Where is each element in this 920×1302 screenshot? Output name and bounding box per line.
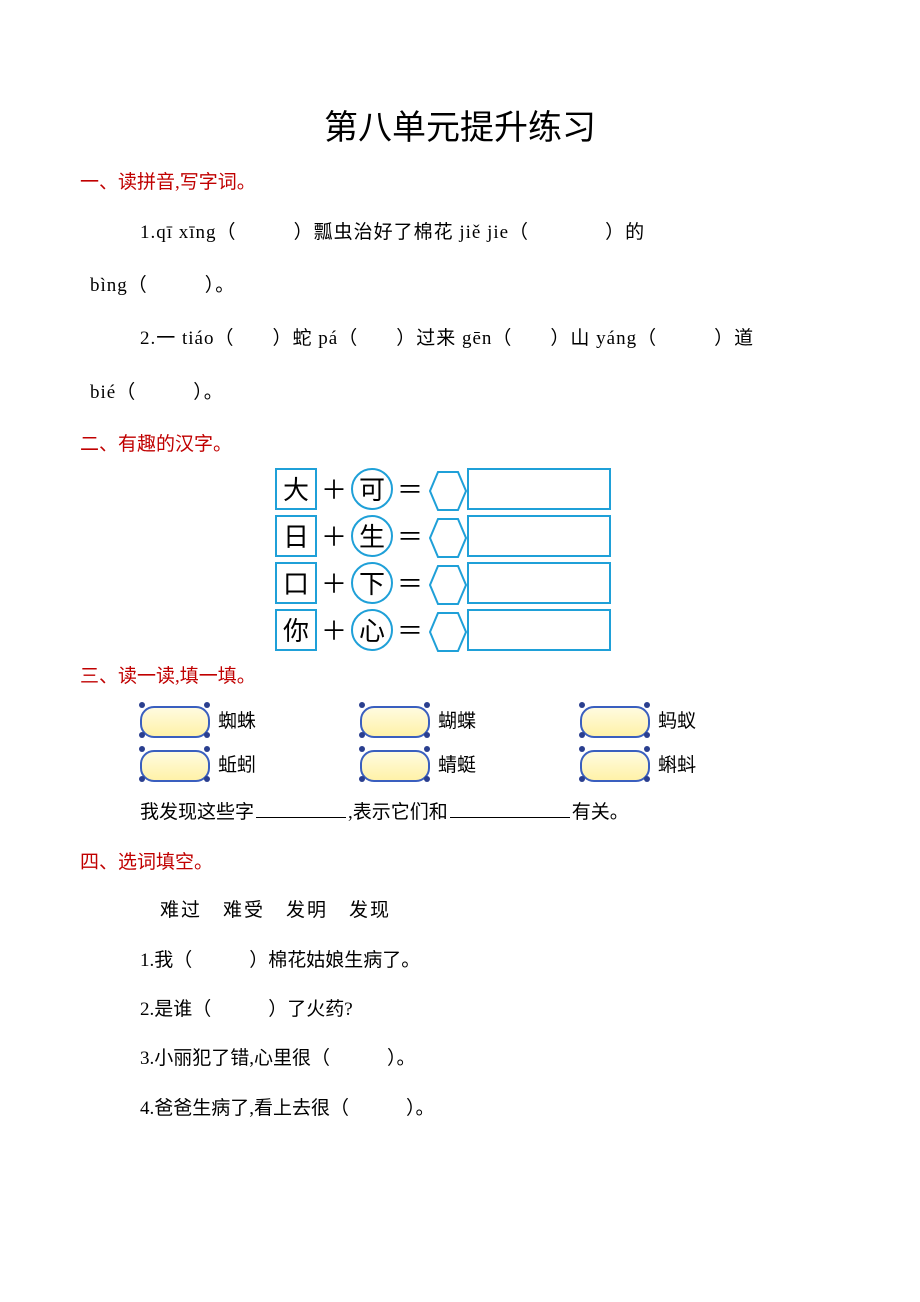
puzzle-row: 你 ＋ 心 ＝ [275,609,645,651]
s1-l1-b: ）瓢虫治好了棉花 jiě jie（ [294,222,529,243]
s1-l1-a: 1.qī xīng（ [140,222,237,243]
pz-right: 下 [351,562,393,604]
puzzle-row: 大 ＋ 可 ＝ [275,468,645,510]
s1-l2-b: ）蛇 pá（ [273,328,359,349]
bug-row: 蚯蚓 蜻蜓 蝌蚪 [140,744,840,784]
fill-blank[interactable] [450,798,570,818]
s1-l2-g: ）。 [193,382,224,403]
s4-q3: 3.小丽犯了错,心里很（ ）。 [140,1034,840,1083]
s1-l2-e: ）道 [714,328,754,349]
bug-words: 蜘蛛 蝴蝶 蚂蚁 蚯蚓 蜻蜓 蝌蚪 [140,700,840,784]
bug-item: 蜻蜓 [360,744,540,784]
s4-q4: 4.爸爸生病了,看上去很（ ）。 [140,1084,840,1133]
s4-q4-a: 4.爸爸生病了,看上去很（ [140,1098,349,1119]
bug-label: 蝴蝶 [438,706,476,733]
pz-left: 口 [275,562,317,604]
equals-icon: ＝ [397,470,423,507]
plus-icon: ＋ [321,564,347,601]
s3-fill-b: ,表示它们和 [348,802,448,823]
s1-line2: 2.一 tiáo（ ）蛇 pá（ ）过来 gēn（ ）山 yáng（ ）道 [140,312,840,365]
section-2-head: 二、有趣的汉字。 [80,429,840,456]
s4-q3-b: ）。 [387,1048,416,1069]
bug-icon [140,744,216,784]
equals-icon: ＝ [397,564,423,601]
answer-blank[interactable] [467,562,611,604]
bug-label: 蝌蚪 [658,750,696,777]
bug-icon [580,744,656,784]
fill-blank[interactable] [256,798,346,818]
plus-icon: ＋ [321,517,347,554]
bug-icon [580,700,656,740]
s1-l1-d: bìng（ [90,275,148,296]
s4-q1-b: ）棉花姑娘生病了。 [249,950,420,971]
hexagon-icon [429,564,463,602]
pz-right: 生 [351,515,393,557]
bug-item: 蜘蛛 [140,700,320,740]
s4-q4-b: ）。 [406,1098,435,1119]
bug-item: 蝌蚪 [580,744,760,784]
s3-fill-c: 有关。 [572,802,629,823]
bug-item: 蚯蚓 [140,744,320,784]
s1-l1-c: ）的 [605,222,645,243]
hexagon-icon [429,611,463,649]
pz-right: 心 [351,609,393,651]
answer-blank[interactable] [467,515,611,557]
bug-label: 蜻蜓 [438,750,476,777]
bug-icon [360,744,436,784]
s4-q3-a: 3.小丽犯了错,心里很（ [140,1048,330,1069]
s3-fill-a: 我发现这些字 [140,802,254,823]
section-4-head: 四、选词填空。 [80,847,840,874]
equals-icon: ＝ [397,517,423,554]
puzzle-row: 口 ＋ 下 ＝ [275,562,645,604]
s1-l2-c: ）过来 gēn（ [396,328,512,349]
answer-blank[interactable] [467,468,611,510]
s1-line1b: bìng（ ）。 [90,259,840,312]
bug-icon [360,700,436,740]
hexagon-icon [429,470,463,508]
pz-left: 大 [275,468,317,510]
bug-row: 蜘蛛 蝴蝶 蚂蚁 [140,700,840,740]
section-1-head: 一、读拼音,写字词。 [80,167,840,194]
hexagon-icon [429,517,463,555]
char-puzzles: 大 ＋ 可 ＝ 日 ＋ 生 ＝ 口 ＋ 下 ＝ 你 ＋ 心 [275,468,645,651]
pz-left: 你 [275,609,317,651]
s4-q1: 1.我（ ）棉花姑娘生病了。 [140,936,840,985]
word-bank: 难过 难受 发明 发现 [160,886,840,935]
answer-blank[interactable] [467,609,611,651]
bug-item: 蝴蝶 [360,700,540,740]
pz-right: 可 [351,468,393,510]
bug-label: 蜘蛛 [218,706,256,733]
bug-label: 蚂蚁 [658,706,696,733]
s4-q2-a: 2.是谁（ [140,999,211,1020]
bug-item: 蚂蚁 [580,700,760,740]
pz-left: 日 [275,515,317,557]
s1-l2-f: bié（ [90,382,136,403]
s1-l2-a: 2.一 tiáo（ [140,328,235,349]
s4-q2: 2.是谁（ ）了火药? [140,985,840,1034]
bug-label: 蚯蚓 [218,750,256,777]
bug-icon [140,700,216,740]
section-3-head: 三、读一读,填一填。 [80,661,840,688]
plus-icon: ＋ [321,611,347,648]
s1-line2b: bié（ ）。 [90,366,840,419]
s3-fill: 我发现这些字 ,表示它们和 有关。 [140,788,840,837]
plus-icon: ＋ [321,470,347,507]
page-title: 第八单元提升练习 [80,100,840,149]
equals-icon: ＝ [397,611,423,648]
s1-l1-e: ）。 [205,275,236,296]
s4-q1-a: 1.我（ [140,950,192,971]
puzzle-row: 日 ＋ 生 ＝ [275,515,645,557]
s1-line1: 1.qī xīng（ ）瓢虫治好了棉花 jiě jie（ ）的 [140,206,840,259]
s4-q2-b: ）了火药? [268,999,352,1020]
s1-l2-d: ）山 yáng（ [550,328,657,349]
